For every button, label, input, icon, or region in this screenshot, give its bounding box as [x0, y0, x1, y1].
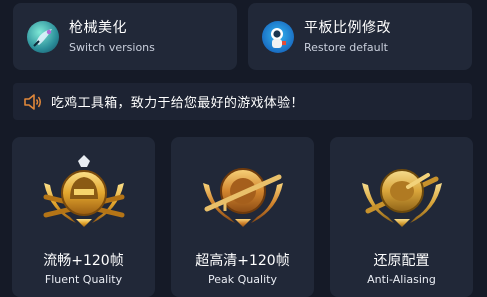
gun-skin-card[interactable]: 枪械美化 Switch versions [13, 3, 237, 70]
gun-skin-icon [27, 20, 59, 53]
mode-card-peak[interactable]: 超高清+120帧 Peak Quality [171, 137, 314, 297]
tablet-ratio-card[interactable]: 平板比例修改 Restore default [248, 3, 472, 70]
gun-skin-subtitle: Switch versions [69, 40, 155, 54]
mode-title-fluent: 流畅+120帧 [43, 253, 124, 269]
tablet-ratio-subtitle: Restore default [304, 40, 388, 54]
mode-title-restore: 还原配置 [373, 253, 430, 269]
pan-badge-icon [354, 153, 450, 237]
mode-subtitle-fluent: Fluent Quality [44, 273, 123, 286]
gun-skin-title: 枪械美化 [69, 19, 127, 36]
mode-title-peak: 超高清+120帧 [195, 253, 290, 269]
tablet-ratio-title: 平板比例修改 [304, 19, 391, 36]
mode-subtitle-peak: Peak Quality [208, 273, 277, 286]
mode-card-restore[interactable]: 还原配置 Anti-Aliasing [330, 137, 473, 297]
mode-card-fluent[interactable]: 流畅+120帧 Fluent Quality [12, 137, 155, 297]
rifle-badge-icon [195, 153, 291, 237]
notice-text: 吃鸡工具箱，致力于给您最好的游戏体验！ [51, 96, 304, 111]
mode-subtitle-restore: Anti-Aliasing [367, 273, 436, 286]
speaker-icon [23, 92, 43, 112]
helmet-badge-icon [36, 153, 132, 237]
notice-bar: 吃鸡工具箱，致力于给您最好的游戏体验！ [13, 83, 472, 120]
astronaut-icon [262, 20, 294, 53]
